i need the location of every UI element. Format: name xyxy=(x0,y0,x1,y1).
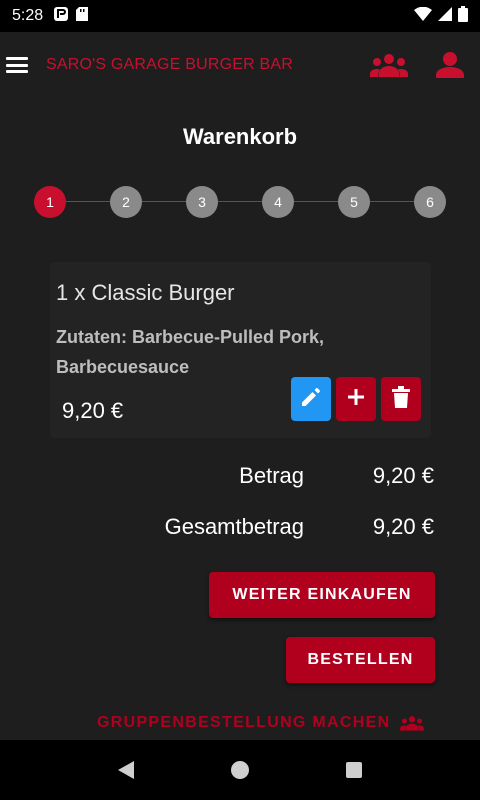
trash-icon xyxy=(392,385,410,413)
total-value: 9,20 € xyxy=(372,514,434,539)
order-button[interactable]: BESTELLEN xyxy=(286,637,435,683)
sd-card-icon xyxy=(75,6,89,27)
item-name: 1 x Classic Burger xyxy=(56,280,235,305)
item-ingredients: Zutaten: Barbecue-Pulled Pork, Barbecues… xyxy=(56,327,325,377)
group-order-button[interactable]: GRUPPENBESTELLUNG MACHEN xyxy=(97,714,425,732)
step-1[interactable]: 1 xyxy=(34,186,66,218)
group-icon xyxy=(400,715,425,731)
amount-value: 9,20 € xyxy=(372,463,434,488)
status-time: 5:28 xyxy=(12,7,44,24)
amount-row: Betrag 9,20 € xyxy=(239,463,434,489)
step-3[interactable]: 3 xyxy=(186,186,218,218)
delete-item-button[interactable] xyxy=(381,377,421,421)
recent-apps-icon[interactable] xyxy=(345,762,362,778)
total-label: Gesamtbetrag xyxy=(164,514,304,539)
back-icon[interactable] xyxy=(118,761,135,779)
step-5[interactable]: 5 xyxy=(338,186,370,218)
total-row: Gesamtbetrag 9,20 € xyxy=(165,514,434,540)
edit-item-button[interactable] xyxy=(291,377,331,421)
cart-item-card: 1 x Classic Burger Zutaten: Barbecue-Pul… xyxy=(50,262,431,438)
checkout-stepper: 1 2 3 4 5 6 xyxy=(34,186,446,218)
amount-label: Betrag xyxy=(239,463,304,488)
app-bar: SARO'S GARAGE BURGER BAR xyxy=(0,32,480,98)
app-notification-icon xyxy=(53,6,69,27)
add-item-button[interactable] xyxy=(336,377,376,421)
continue-shopping-button[interactable]: WEITER EINKAUFEN xyxy=(209,572,435,618)
plus-icon xyxy=(346,387,366,412)
app-title: SARO'S GARAGE BURGER BAR xyxy=(46,56,294,73)
cell-signal-icon xyxy=(438,6,452,26)
person-icon[interactable] xyxy=(436,52,464,78)
group-icon[interactable] xyxy=(370,53,408,77)
menu-icon[interactable] xyxy=(6,57,28,73)
system-nav-bar xyxy=(0,740,480,800)
status-bar: 5:28 xyxy=(0,0,480,32)
step-6[interactable]: 6 xyxy=(414,186,446,218)
item-actions xyxy=(291,377,421,421)
pencil-icon xyxy=(300,386,322,413)
item-price: 9,20 € xyxy=(62,398,124,423)
step-4[interactable]: 4 xyxy=(262,186,294,218)
battery-icon xyxy=(458,5,468,27)
home-icon[interactable] xyxy=(230,761,249,779)
step-2[interactable]: 2 xyxy=(110,186,142,218)
group-order-label: GRUPPENBESTELLUNG MACHEN xyxy=(97,714,391,731)
page-title: Warenkorb xyxy=(182,124,298,149)
wifi-icon xyxy=(414,6,432,26)
stepper-line xyxy=(50,201,430,202)
